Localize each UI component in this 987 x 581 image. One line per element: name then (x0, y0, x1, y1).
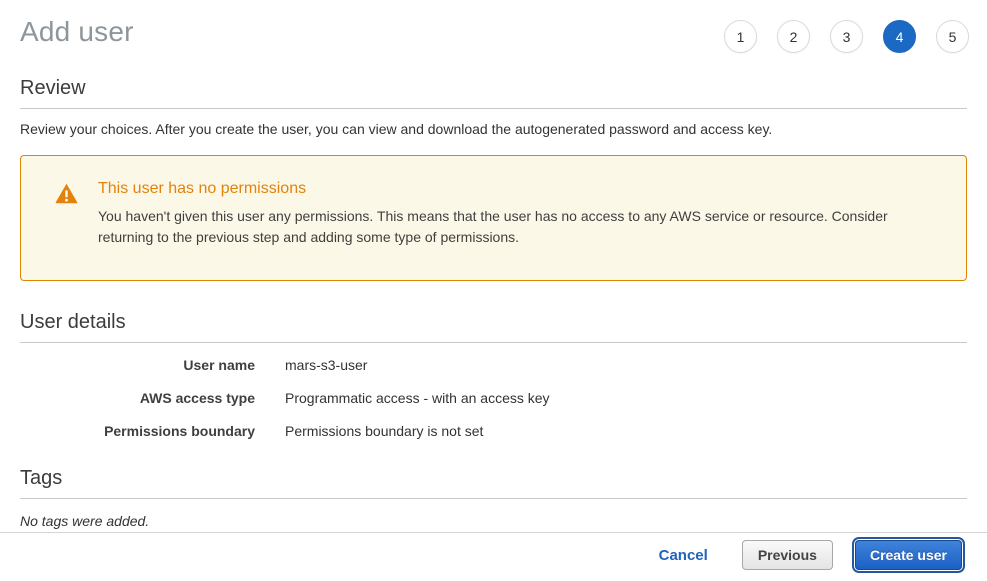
detail-value: Programmatic access - with an access key (285, 390, 550, 406)
warning-body: You haven't given this user any permissi… (98, 206, 938, 248)
step-4-active[interactable]: 4 (883, 20, 916, 53)
create-user-button[interactable]: Create user (855, 540, 962, 570)
detail-value: mars-s3-user (285, 357, 367, 373)
no-permissions-warning: This user has no permissions You haven't… (20, 155, 967, 281)
tags-divider (20, 498, 967, 499)
user-details-divider (20, 342, 967, 343)
detail-label: User name (20, 357, 255, 373)
warning-triangle-icon (55, 183, 78, 209)
user-details-section: User details User name mars-s3-user AWS … (0, 311, 987, 439)
detail-row-access-type: AWS access type Programmatic access - wi… (20, 390, 967, 406)
detail-row-permissions-boundary: Permissions boundary Permissions boundar… (20, 423, 967, 439)
review-section: Review Review your choices. After you cr… (0, 77, 987, 137)
tags-section: Tags No tags were added. (0, 467, 987, 529)
previous-button[interactable]: Previous (742, 540, 833, 570)
step-1[interactable]: 1 (724, 20, 757, 53)
warning-title: This user has no permissions (98, 180, 938, 198)
review-heading: Review (20, 77, 967, 100)
wizard-header: Add user 1 2 3 4 5 (0, 0, 987, 53)
wizard-footer: Cancel Previous Create user (0, 532, 987, 581)
add-user-wizard-page: Add user 1 2 3 4 5 Review Review your ch… (0, 0, 987, 581)
tags-empty-text: No tags were added. (20, 513, 967, 529)
tags-heading: Tags (20, 467, 967, 490)
page-title: Add user (20, 16, 134, 48)
detail-label: Permissions boundary (20, 423, 255, 439)
review-description: Review your choices. After you create th… (20, 121, 967, 137)
detail-label: AWS access type (20, 390, 255, 406)
detail-row-user-name: User name mars-s3-user (20, 357, 967, 373)
cancel-link[interactable]: Cancel (659, 547, 708, 564)
step-3[interactable]: 3 (830, 20, 863, 53)
review-divider (20, 108, 967, 109)
warning-content: This user has no permissions You haven't… (98, 180, 938, 248)
detail-value: Permissions boundary is not set (285, 423, 483, 439)
user-details-heading: User details (20, 311, 967, 334)
step-5[interactable]: 5 (936, 20, 969, 53)
step-2[interactable]: 2 (777, 20, 810, 53)
step-indicator: 1 2 3 4 5 (724, 20, 969, 53)
user-details-rows: User name mars-s3-user AWS access type P… (20, 357, 967, 439)
